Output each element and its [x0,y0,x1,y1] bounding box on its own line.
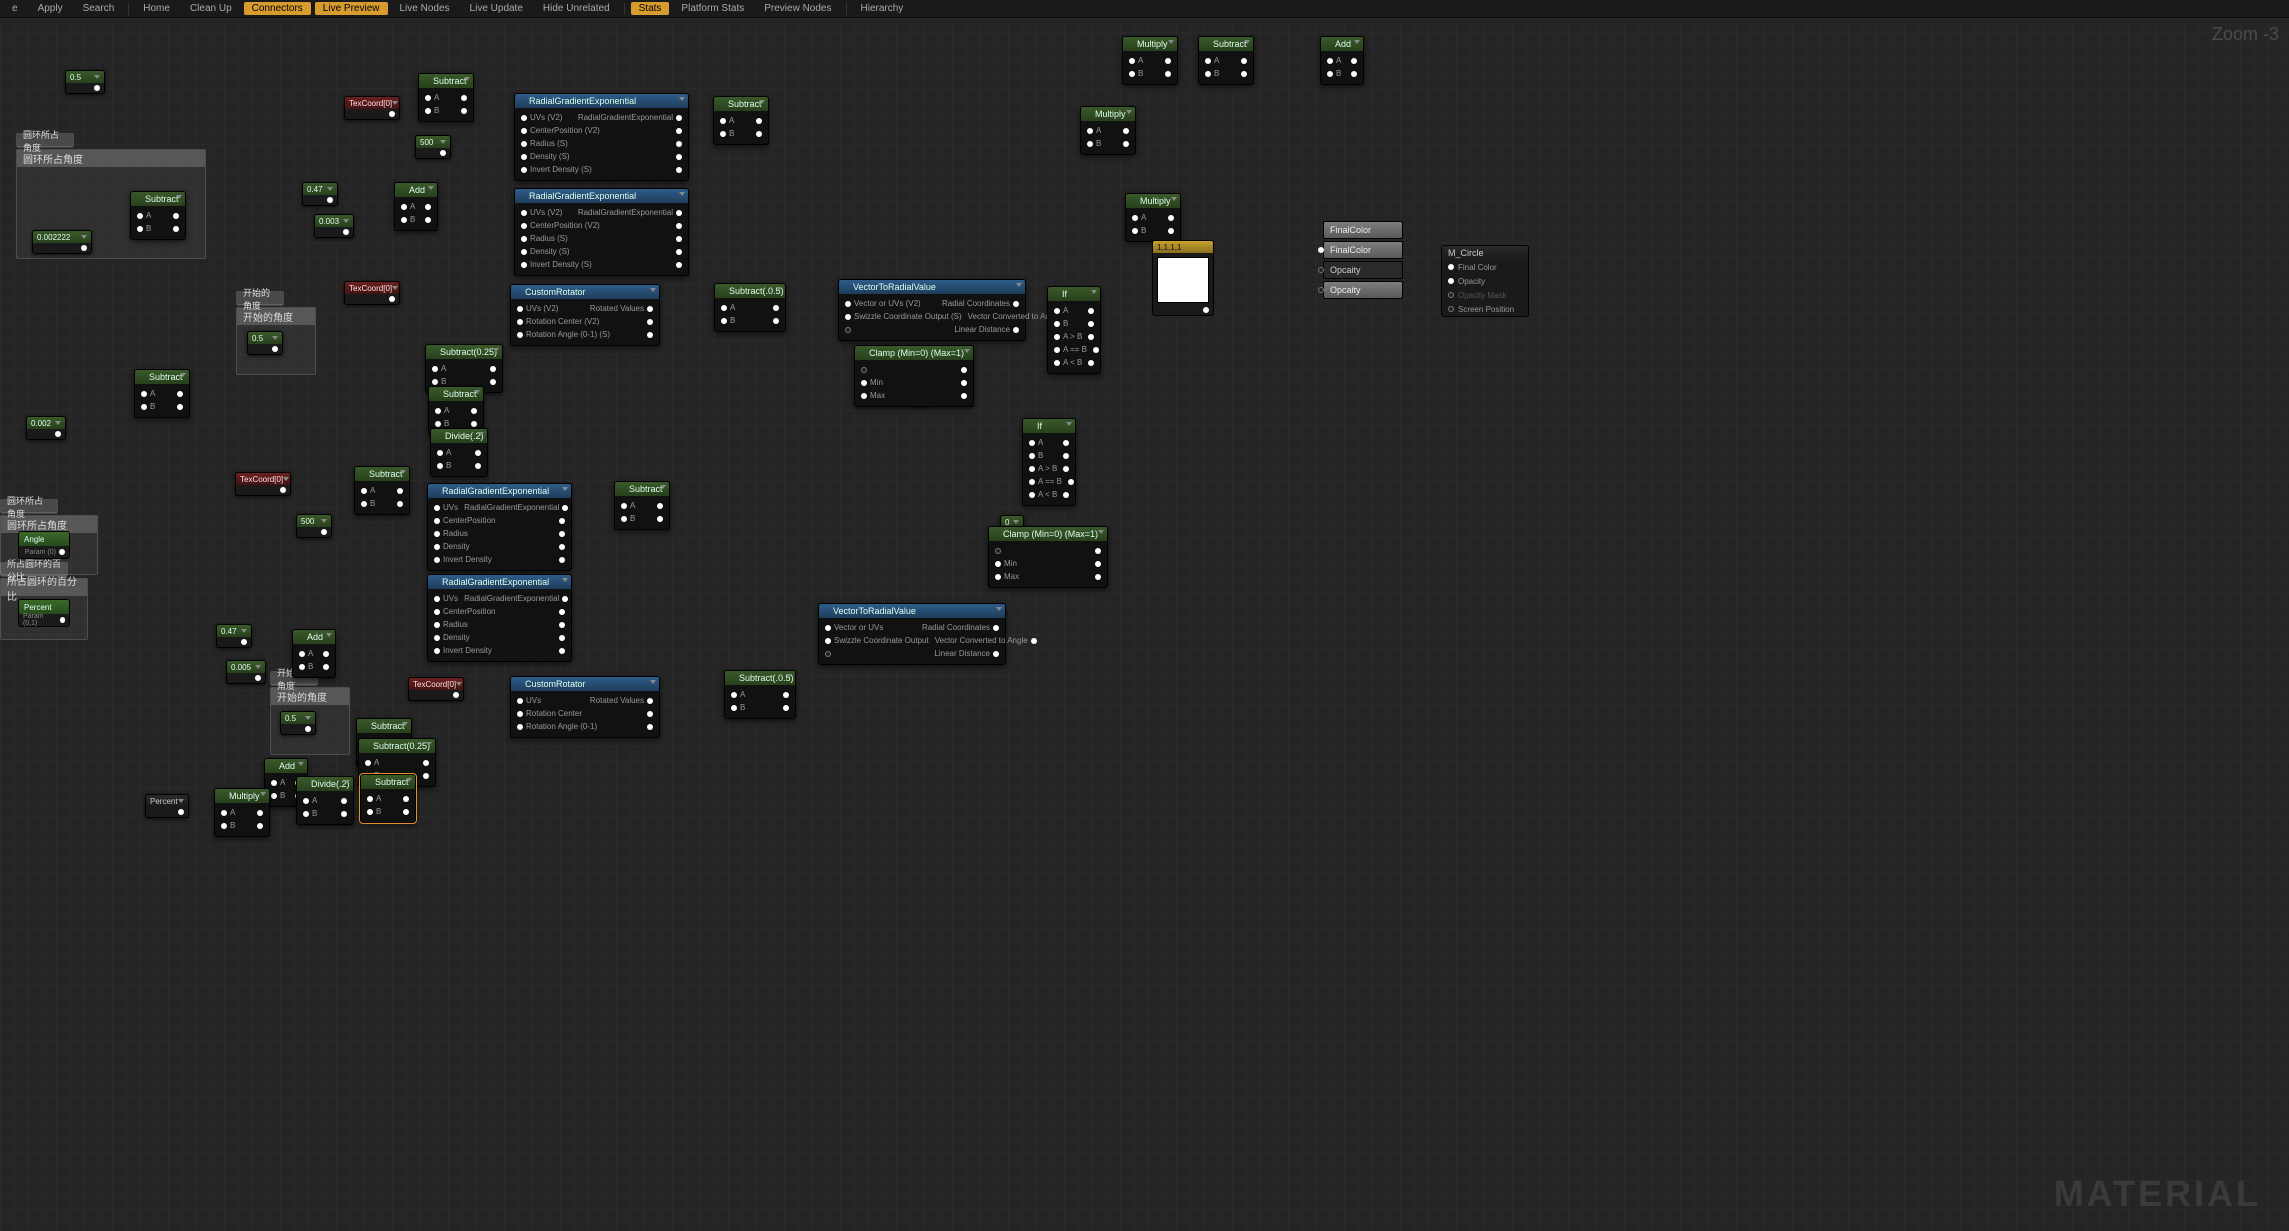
zoom-label: Zoom -3 [2212,24,2279,45]
node-customrotator[interactable]: CustomRotatorUVs (V2)Rotated ValuesRotat… [510,284,660,346]
const-node[interactable]: 0.5 [247,331,283,355]
tb-hierarchy[interactable]: Hierarchy [853,2,912,15]
tb-home[interactable]: Home [135,2,178,15]
tb-e[interactable]: e [4,2,26,15]
const-node[interactable]: TexCoord[0] [344,96,400,120]
tb-search[interactable]: Search [75,2,123,15]
node-if[interactable]: IfABA > BA == BA < B [1022,418,1076,506]
node-add[interactable]: AddAB [1320,36,1364,85]
node-add[interactable]: AddAB [292,629,336,678]
node-radialgradientexponential[interactable]: RadialGradientExponentialUVsRadialGradie… [427,574,572,662]
const-node[interactable]: TexCoord[0] [344,281,400,305]
node-radialgradientexponential[interactable]: RadialGradientExponentialUVs (V2)RadialG… [514,93,689,181]
node-divide-2-[interactable]: Divide(.2)AB [430,428,488,477]
const-node[interactable]: 0.47 [302,182,338,206]
func-out-2[interactable]: Opcaity [1323,281,1403,299]
constant4-node[interactable]: 1,1,1,1 [1152,240,1214,316]
toolbar: e Apply Search Home Clean Up Connectors … [0,0,2289,18]
comment-title: 圆环所占角度 [17,134,73,148]
node-subtract-0-5-[interactable]: Subtract(.0.5)AB [724,670,796,719]
node-clamp-min-0-max-1-[interactable]: Clamp (Min=0) (Max=1)MinMax [854,345,974,407]
func-out-1[interactable]: Opcaity [1323,261,1403,279]
node-vectortoradialvalue[interactable]: VectorToRadialValueVector or UVsRadial C… [818,603,1006,665]
node-radialgradientexponential[interactable]: RadialGradientExponentialUVsRadialGradie… [427,483,572,571]
comment-title: 开始的角度 [237,292,283,306]
const-node[interactable]: 0.5 [280,711,316,735]
tb-stats[interactable]: Stats [631,2,670,15]
result-row: Opacity [1458,277,1485,286]
tb-livenodes[interactable]: Live Nodes [392,2,458,15]
node-subtract[interactable]: SubtractAB [360,774,416,823]
node-multiply[interactable]: MultiplyAB [1125,193,1181,242]
node-multiply[interactable]: MultiplyAB [214,788,270,837]
node-subtract[interactable]: SubtractAB [614,481,670,530]
function-output[interactable]: FinalColor FinalColor Opcaity Opcaity [1323,221,1403,299]
const-node[interactable]: 0.47 [216,624,252,648]
comment-box[interactable]: 所占圆环的百分比 [0,562,68,576]
node-subtract[interactable]: SubtractAB [130,191,186,240]
tb-connectors[interactable]: Connectors [244,2,311,15]
material-result[interactable]: M_Circle Final Color Opacity Opacity Mas… [1441,245,1529,317]
node-divide-2-[interactable]: Divide(.2)AB [296,776,354,825]
result-row: Screen Position [1458,305,1514,314]
func-out-0[interactable]: FinalColor [1323,241,1403,259]
graph-canvas[interactable]: Zoom -3 MATERIAL 圆环所占角度圆环所占角度开始的角度开始的角度圆… [0,18,2289,1231]
result-row: Opacity Mask [1458,291,1506,300]
tb-apply[interactable]: Apply [30,2,71,15]
param-angle[interactable]: AngleParam (0) [18,531,70,559]
comment-title: 圆环所占角度 [1,500,57,514]
node-subtract-0-5-[interactable]: Subtract(.0.5)AB [714,283,786,332]
const-node[interactable]: 0.002222 [32,230,92,254]
const-node[interactable]: TexCoord[0] [235,472,291,496]
tb-previewnodes[interactable]: Preview Nodes [756,2,839,15]
param-percent[interactable]: PercentParam (0,1) [18,599,70,627]
node-vectortoradialvalue[interactable]: VectorToRadialValueVector or UVs (V2)Rad… [838,279,1026,341]
tb-liveupdate[interactable]: Live Update [462,2,531,15]
comment-box[interactable]: 圆环所占角度 [0,499,58,513]
node-clamp-min-0-max-1-[interactable]: Clamp (Min=0) (Max=1)MinMax [988,526,1108,588]
const-node[interactable]: Percent [145,794,189,818]
result-row: Final Color [1458,263,1497,272]
const-node[interactable]: 500 [415,135,451,159]
node-subtract[interactable]: SubtractAB [1198,36,1254,85]
node-subtract[interactable]: SubtractAB [418,73,474,122]
constant4-swatch [1157,257,1209,303]
const-node[interactable]: 500 [296,514,332,538]
tb-platformstats[interactable]: Platform Stats [673,2,752,15]
comment-title: 所占圆环的百分比 [1,563,67,577]
func-out-header: FinalColor [1323,221,1403,239]
watermark: MATERIAL [2054,1173,2261,1215]
node-subtract[interactable]: SubtractAB [713,96,769,145]
node-multiply[interactable]: MultiplyAB [1122,36,1178,85]
node-add[interactable]: AddAB [394,182,438,231]
material-result-title: M_Circle [1442,246,1528,260]
const-node[interactable]: 0.005 [226,660,266,684]
node-if[interactable]: IfABA > BA == BA < B [1047,286,1101,374]
const-node[interactable]: 0.003 [314,214,354,238]
const-node[interactable]: TexCoord[0] [408,677,464,701]
node-subtract[interactable]: SubtractAB [354,466,410,515]
node-multiply[interactable]: MultiplyAB [1080,106,1136,155]
constant4-label: 1,1,1,1 [1157,243,1181,252]
tb-livepreview[interactable]: Live Preview [315,2,388,15]
node-radialgradientexponential[interactable]: RadialGradientExponentialUVs (V2)RadialG… [514,188,689,276]
node-customrotator[interactable]: CustomRotatorUVsRotated ValuesRotation C… [510,676,660,738]
tb-hideunrelated[interactable]: Hide Unrelated [535,2,618,15]
const-node[interactable]: 0.002 [26,416,66,440]
tb-cleanup[interactable]: Clean Up [182,2,240,15]
node-subtract[interactable]: SubtractAB [134,369,190,418]
comment-box[interactable]: 开始的角度 [236,291,284,305]
const-node[interactable]: 0.5 [65,70,105,94]
comment-box[interactable]: 圆环所占角度 [16,133,74,147]
